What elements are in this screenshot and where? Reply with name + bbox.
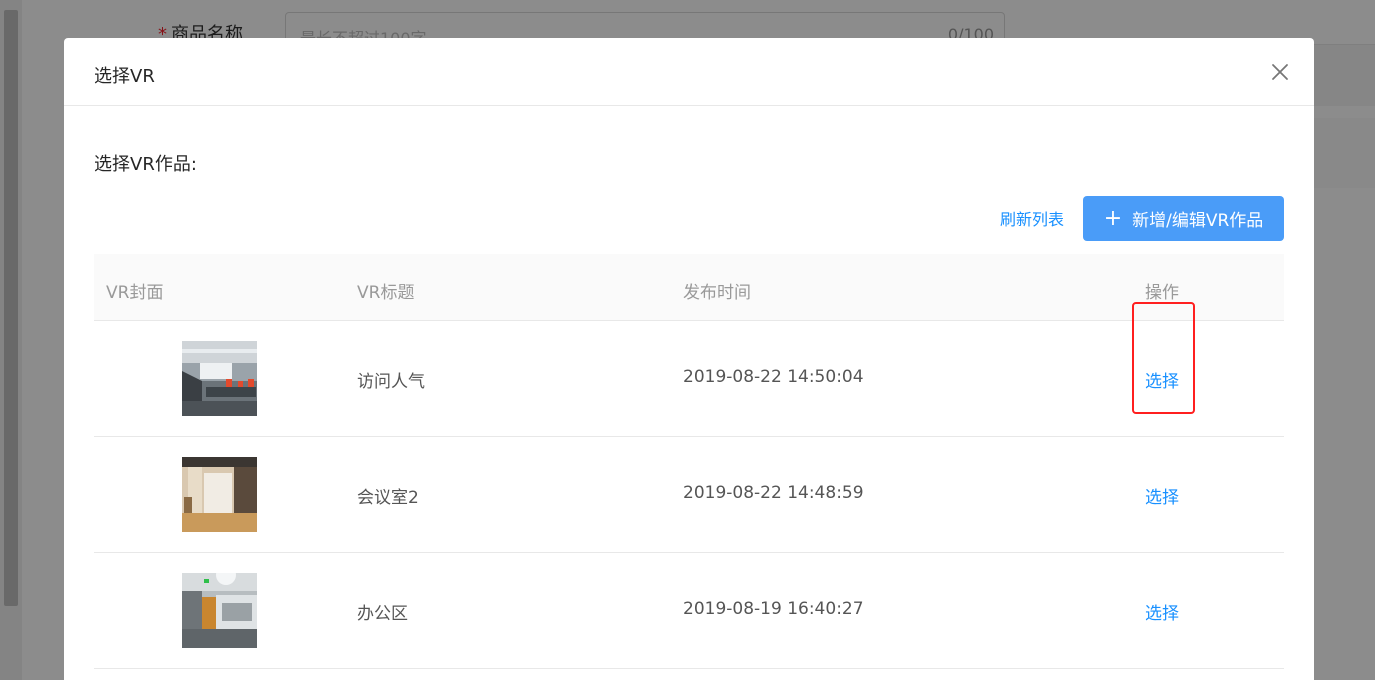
vr-table: VR封面 VR标题 发布时间 操作 访问人气 2019-08-22 14:50:… (94, 254, 1284, 669)
refresh-list-link[interactable]: 刷新列表 (1000, 206, 1064, 230)
table-header: VR封面 VR标题 发布时间 操作 (94, 254, 1284, 321)
close-icon[interactable] (1270, 62, 1290, 82)
vr-publish-time: 2019-08-22 14:50:04 (683, 367, 864, 387)
vr-cover-image (182, 457, 257, 532)
header-action: 操作 (1145, 283, 1179, 303)
header-title: VR标题 (357, 283, 415, 303)
add-edit-vr-label: 新增/编辑VR作品 (1132, 211, 1264, 231)
vr-title: 访问人气 (357, 372, 425, 392)
select-link[interactable]: 选择 (1145, 599, 1179, 624)
section-label: 选择VR作品: (94, 154, 197, 175)
vr-publish-time: 2019-08-22 14:48:59 (683, 483, 864, 503)
vr-publish-time: 2019-08-19 16:40:27 (683, 599, 864, 619)
header-cover: VR封面 (106, 283, 164, 303)
add-edit-vr-button[interactable]: + 新增/编辑VR作品 (1083, 196, 1284, 241)
select-link[interactable]: 选择 (1145, 367, 1179, 392)
vr-title: 会议室2 (357, 488, 419, 508)
vr-title: 办公区 (357, 604, 408, 624)
select-vr-modal: 选择VR 选择VR作品: 刷新列表 + 新增/编辑VR作品 VR封面 VR标题 … (64, 38, 1314, 680)
vr-cover-image (182, 573, 257, 648)
vr-cover-image (182, 341, 257, 416)
modal-title: 选择VR (94, 66, 155, 87)
table-row: 办公区 2019-08-19 16:40:27 选择 (94, 553, 1284, 669)
table-row: 会议室2 2019-08-22 14:48:59 选择 (94, 437, 1284, 553)
table-row: 访问人气 2019-08-22 14:50:04 选择 (94, 321, 1284, 437)
modal-header: 选择VR (64, 38, 1314, 106)
plus-icon: + (1103, 205, 1123, 231)
header-time: 发布时间 (683, 283, 751, 303)
select-link[interactable]: 选择 (1145, 483, 1179, 508)
